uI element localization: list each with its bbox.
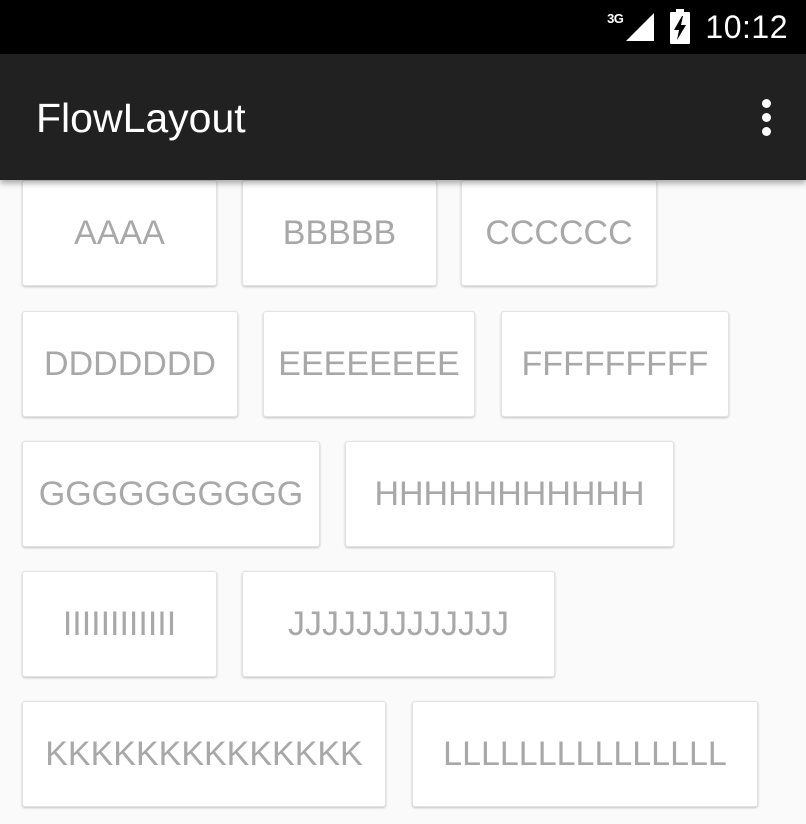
tag-item[interactable]: GGGGGGGGGG [22,441,320,547]
app-bar: FlowLayout [0,54,806,180]
menu-dot [761,112,771,122]
menu-dot [761,126,771,136]
status-icons: 3G 10:12 [607,0,788,54]
status-bar: 3G 10:12 [0,0,806,54]
tag-item[interactable]: IIIIIIIIIIII [22,571,217,677]
tag-item[interactable]: CCCCCC [461,180,657,286]
tag-item[interactable]: BBBBB [242,180,437,286]
overflow-menu-icon[interactable] [752,89,780,145]
tag-item[interactable]: KKKKKKKKKKKKKK [22,701,386,807]
flow-layout: AAAA BBBBB CCCCCC DDDDDDD EEEEEEEE FFFFF… [0,180,806,824]
network-type-label: 3G [607,10,624,26]
signal-icon [626,13,655,41]
tag-item[interactable]: AAAA [22,180,217,286]
tag-item[interactable]: EEEEEEEE [263,311,475,417]
tag-item[interactable]: HHHHHHHHHHH [345,441,674,547]
status-time: 10:12 [705,8,788,45]
battery-charging-icon [670,9,691,44]
menu-dot [761,98,771,108]
tag-item[interactable]: DDDDDDD [22,311,238,417]
app-title: FlowLayout [36,95,246,141]
tag-item[interactable]: LLLLLLLLLLLLLLL [412,701,758,807]
tag-item[interactable]: FFFFFFFFF [501,311,729,417]
tag-item[interactable]: JJJJJJJJJJJJJ [242,571,555,677]
